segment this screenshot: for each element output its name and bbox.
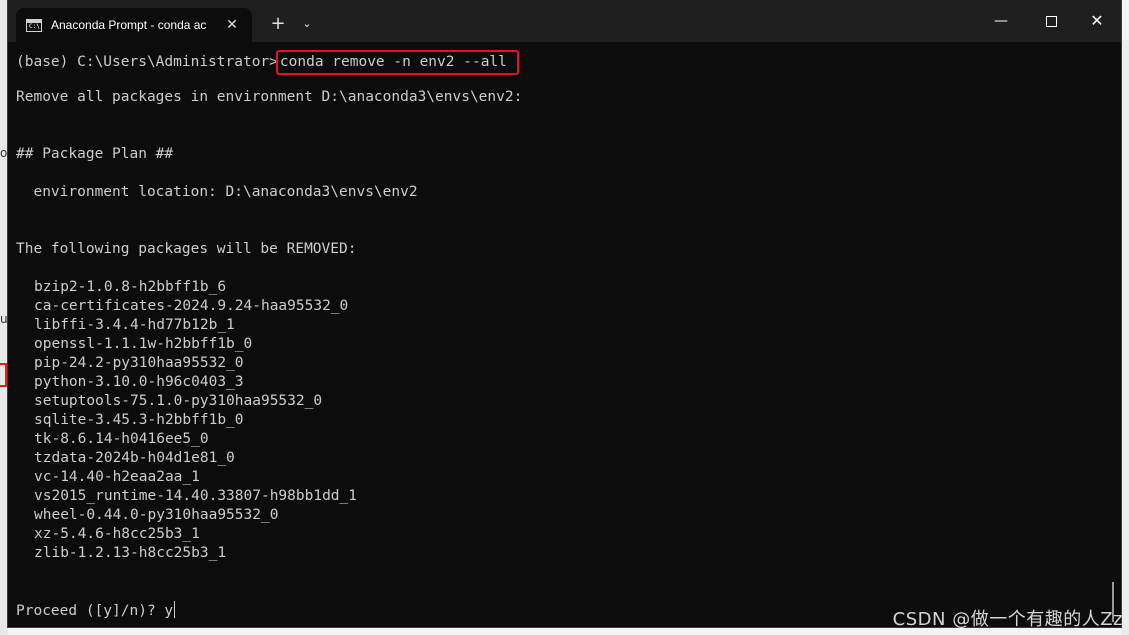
package-item: tzdata-2024b-h04d1e81_0 [34, 450, 235, 466]
highlighted-command: conda remove -n env2 --all [275, 50, 519, 75]
package-item: pip-24.2-py310haa95532_0 [34, 355, 244, 371]
terminal-icon-glyph: C:\ [29, 22, 40, 30]
background-window-strip-right [1121, 40, 1129, 635]
package-item: tk-8.6.14-h0416ee5_0 [34, 431, 209, 447]
package-item: bzip2-1.0.8-h2bbff1b_6 [34, 279, 227, 295]
background-text-fragment: u [0, 312, 8, 326]
maximize-icon [1045, 16, 1057, 27]
tab-title: Anaconda Prompt - conda ac [51, 18, 207, 32]
csdn-watermark: CSDN @做一个有趣的人Zz [892, 609, 1123, 630]
package-item: python-3.10.0-h96c0403_3 [34, 374, 244, 390]
terminal-window: C:\ Anaconda Prompt - conda ac ✕ + ⌄ — ✕… [8, 0, 1121, 627]
new-tab-button[interactable]: + [266, 12, 290, 36]
package-item: vc-14.40-h2eaa2aa_1 [34, 469, 200, 485]
terminal-output[interactable]: (base) C:\Users\Administrator> conda remo… [8, 42, 1114, 627]
background-text-fragment: ol [0, 146, 11, 160]
package-item: setuptools-75.1.0-py310haa95532_0 [34, 393, 323, 409]
background-highlight-fragment [0, 363, 7, 387]
title-bar[interactable]: C:\ Anaconda Prompt - conda ac ✕ + ⌄ — ✕ [8, 0, 1121, 42]
close-button[interactable]: ✕ [1074, 0, 1120, 42]
package-item: wheel-0.44.0-py310haa95532_0 [34, 507, 279, 523]
text-cursor [174, 601, 176, 618]
command-line: (base) C:\Users\Administrator> conda remo… [16, 50, 519, 75]
package-item: zlib-1.2.13-h8cc25b3_1 [34, 545, 227, 561]
package-item: ca-certificates-2024.9.24-haa95532_0 [34, 298, 349, 314]
maximize-button[interactable] [1028, 0, 1074, 42]
terminal-icon: C:\ [26, 18, 42, 32]
environment-location: environment location: D:\anaconda3\envs\… [16, 184, 418, 200]
package-item: xz-5.4.6-h8cc25b3_1 [34, 526, 200, 542]
package-item: openssl-1.1.1w-h2bbff1b_0 [34, 336, 253, 352]
proceed-prompt: Proceed ([y]/n)? y [16, 603, 174, 619]
tab-dropdown-chevron-icon[interactable]: ⌄ [296, 12, 318, 36]
proceed-prompt-line: Proceed ([y]/n)? y [16, 601, 176, 620]
minimize-button[interactable]: — [978, 0, 1024, 42]
tab-close-icon[interactable]: ✕ [222, 17, 242, 33]
package-plan-header: ## Package Plan ## [16, 146, 174, 162]
remove-message: Remove all packages in environment D:\an… [16, 89, 523, 105]
removed-header: The following packages will be REMOVED: [16, 241, 357, 257]
package-item: vs2015_runtime-14.40.33807-h98bb1dd_1 [34, 488, 358, 504]
prompt-text: (base) C:\Users\Administrator> [16, 54, 278, 70]
tab-anaconda-prompt[interactable]: C:\ Anaconda Prompt - conda ac ✕ [16, 8, 252, 42]
package-item: libffi-3.4.4-hd77b12b_1 [34, 317, 235, 333]
package-item: sqlite-3.45.3-h2bbff1b_0 [34, 412, 244, 428]
background-window-strip: ol u [0, 0, 11, 635]
